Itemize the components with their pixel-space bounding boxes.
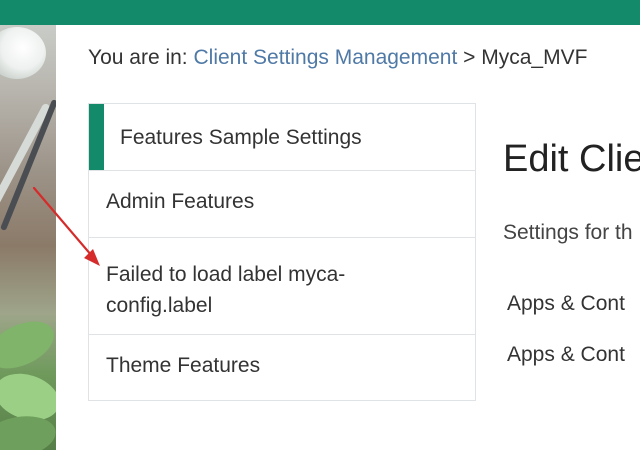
breadcrumb-prefix: You are in: (88, 46, 188, 69)
apps-content-row[interactable]: Apps & Cont (507, 292, 625, 316)
top-bar (0, 0, 640, 25)
nav-item-failed-label[interactable]: Failed to load label myca-config.label (89, 238, 475, 335)
breadcrumb-link-client-settings[interactable]: Client Settings Management (193, 46, 457, 69)
nav-item-features-sample-settings[interactable]: Features Sample Settings (89, 104, 475, 171)
nav-item-label: Features Sample Settings (120, 126, 362, 149)
active-indicator (89, 104, 104, 170)
knife-image (0, 98, 56, 232)
nav-item-theme-features[interactable]: Theme Features (89, 335, 475, 400)
breadcrumb-current: Myca_MVF (481, 46, 588, 69)
page-subtitle: Settings for th (503, 221, 633, 244)
nav-item-label: Admin Features (106, 190, 255, 213)
leaf-image (0, 312, 56, 378)
breadcrumb: You are in: Client Settings Management >… (88, 46, 587, 70)
cup-image (0, 27, 46, 79)
apps-content-row[interactable]: Apps & Cont (507, 343, 625, 367)
background-image (0, 25, 56, 450)
nav-item-admin-features[interactable]: Admin Features (89, 171, 475, 238)
breadcrumb-separator: > (463, 46, 476, 69)
nav-item-label: Theme Features (106, 354, 261, 377)
features-nav-panel: Features Sample Settings Admin Features … (88, 103, 476, 401)
nav-item-label: Failed to load label myca-config.label (106, 263, 346, 317)
page-title: Edit Clie (503, 138, 640, 180)
